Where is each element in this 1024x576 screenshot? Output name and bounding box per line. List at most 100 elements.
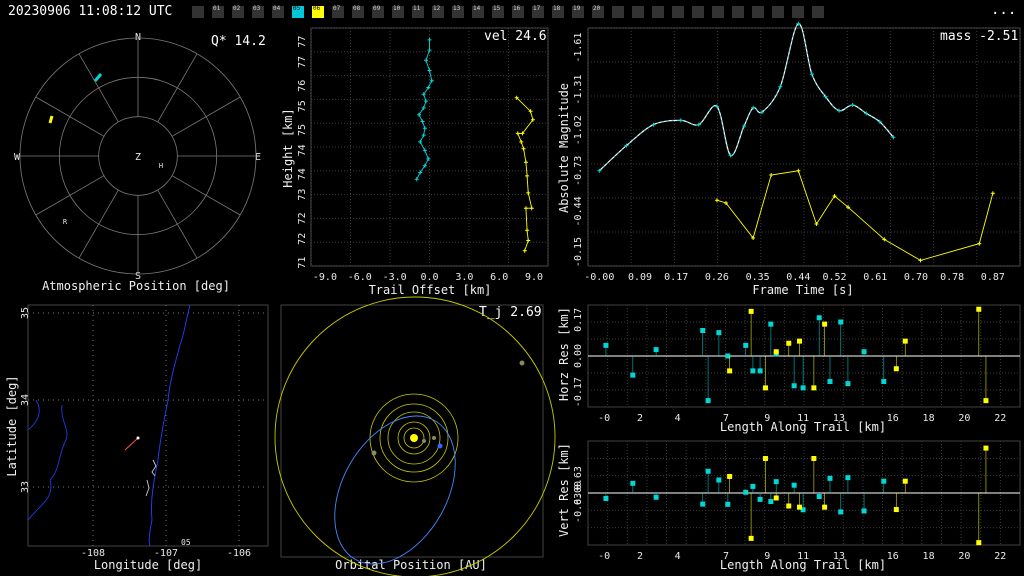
data-point [727, 473, 733, 479]
river-line [148, 304, 191, 547]
data-point [796, 168, 801, 173]
x-tick-label: 20 [958, 551, 970, 562]
data-point [420, 119, 425, 124]
marker-r: R [63, 218, 68, 226]
x-tick-label: 9 [764, 551, 770, 562]
data-point [422, 148, 427, 153]
data-point [881, 379, 887, 384]
data-point [525, 228, 530, 233]
data-point [525, 173, 530, 178]
hres-ylabel: Horz Res [km] [557, 307, 571, 401]
vres-ylabel: Vert Res [km] [557, 443, 571, 537]
x-tick-label: 7 [723, 413, 729, 424]
polar-spoke [171, 96, 241, 137]
magnitude-ylabel: Absolute Magnitude [557, 83, 571, 213]
data-point [526, 238, 531, 243]
data-point [630, 480, 636, 486]
y-tick-label: -0.17 [573, 377, 584, 407]
plot-frame [280, 304, 544, 558]
earth [437, 443, 443, 449]
series-line [716, 170, 994, 261]
x-tick-label: 0.35 [746, 272, 770, 283]
x-tick-label: 6.0 [490, 272, 508, 283]
x-tick-label: -0.00 [584, 272, 614, 283]
data-point [422, 126, 427, 131]
data-point [424, 58, 429, 63]
x-tick-label: 9 [764, 413, 770, 424]
y-tick-label: -1.61 [573, 33, 584, 63]
data-point [743, 342, 749, 348]
data-point [630, 372, 636, 378]
x-tick-label: 11 [797, 413, 809, 424]
data-point [705, 398, 711, 404]
map-chart: Longitude [deg] Latitude [deg] 05 -108 -1… [5, 304, 269, 572]
vel-annotation: vel 24.6 [484, 29, 547, 44]
y-tick-label: 34 [20, 394, 31, 406]
data-point [678, 118, 683, 123]
data-point [748, 535, 754, 541]
planet [519, 360, 525, 366]
x-tick-label: 11 [797, 551, 809, 562]
x-tick-label: 0.87 [981, 272, 1005, 283]
x-tick-label: 0.44 [786, 272, 810, 283]
x-tick-label: 0.78 [940, 272, 964, 283]
data-point [811, 385, 817, 391]
data-point [918, 258, 923, 263]
map-ylabel: Latitude [deg] [5, 375, 19, 476]
orbital-chart: T_j 2.69 Orbital Position [AU] [274, 296, 556, 576]
q-star-annotation: Q* 14.2 [211, 34, 266, 49]
data-point [769, 173, 774, 177]
data-point [800, 385, 806, 391]
x-tick-label: -0 [598, 413, 610, 424]
x-tick-label: -3.0 [383, 272, 407, 283]
x-tick-label: -106 [227, 548, 251, 559]
data-point [827, 475, 833, 481]
polar-spoke [157, 53, 198, 123]
x-tick-label: 4 [675, 413, 681, 424]
data-point [976, 540, 982, 546]
x-tick-label: -9.0 [313, 272, 337, 283]
x-tick-label: 13 [833, 551, 845, 562]
data-point [750, 483, 756, 489]
y-tick-label: -0.63 [573, 493, 584, 523]
x-tick-label: 0.09 [628, 272, 652, 283]
data-point [983, 398, 989, 404]
height-xlabel: Trail Offset [km] [369, 283, 492, 297]
data-point [714, 198, 719, 203]
polar-spoke [171, 175, 241, 216]
vert-residual-chart: Length Along Trail [km] Vert Res [km] -0… [557, 440, 1021, 572]
x-tick-label: 3.0 [455, 272, 473, 283]
data-point [881, 478, 887, 484]
polar-spoke [35, 96, 105, 137]
data-point [519, 139, 524, 144]
x-tick-label: -107 [154, 548, 178, 559]
data-point [983, 445, 989, 451]
series-line [599, 23, 894, 172]
magnitude-chart: mass -2.51 Frame Time [s] Absolute Magni… [557, 21, 1021, 297]
plot-frame [587, 27, 1021, 267]
x-tick-label: 20 [958, 413, 970, 424]
data-point [768, 321, 774, 327]
y-tick-label: 0.17 [573, 308, 584, 332]
polar-spoke [78, 189, 119, 259]
data-point [816, 315, 822, 321]
data-point [424, 99, 429, 104]
track-end-marker [136, 436, 140, 440]
y-tick-label: 77 [297, 36, 308, 48]
data-point [427, 37, 432, 42]
data-point [427, 68, 432, 73]
x-tick-label: 18 [923, 413, 935, 424]
station-05-track [93, 73, 103, 82]
data-point [791, 482, 797, 488]
data-point [522, 248, 527, 253]
y-tick-label: -0.73 [573, 156, 584, 186]
x-tick-label: 9.0 [525, 272, 543, 283]
x-tick-label: 0.52 [822, 272, 846, 283]
data-point [705, 468, 711, 474]
data-point [977, 241, 982, 246]
x-tick-label: 22 [994, 413, 1006, 424]
x-tick-label: 2 [637, 413, 643, 424]
data-point [837, 108, 842, 113]
data-point [762, 455, 768, 461]
data-point [750, 368, 756, 374]
